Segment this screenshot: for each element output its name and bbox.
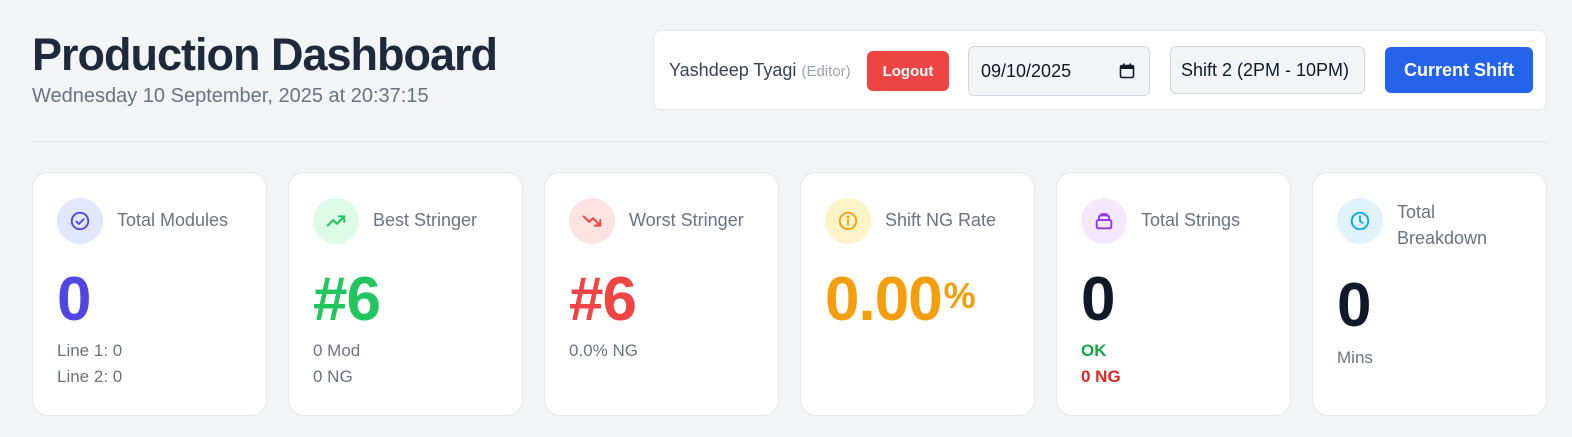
current-shift-button[interactable]: Current Shift [1385,47,1533,93]
page-title: Production Dashboard [32,29,498,80]
check-circle-icon [57,198,103,244]
total-strings-card: Total Strings 0 OK 0 NG [1056,172,1291,416]
ng-count: 0 NG [1081,367,1121,386]
percent-unit: % [943,275,976,316]
user-info: Yashdeep Tyagi (Editor) [669,60,851,81]
worst-stringer-card: Worst Stringer #6 0.0% NG [544,172,779,416]
date-input-value: 09/10/2025 [981,61,1072,81]
line2-count: Line 2: 0 [57,367,123,386]
user-role: (Editor) [801,63,851,80]
logout-button[interactable]: Logout [867,51,949,91]
card-title: Shift NG Rate [885,210,997,230]
total-breakdown-card: Total Breakdown 0 Mins [1312,172,1547,416]
card-value: 0.00% [825,265,976,335]
card-title: Best Stringer [373,210,478,230]
ng-rate: 0.0% NG [569,341,638,360]
total-modules-card: Total Modules 0 Line 1: 0 Line 2: 0 [32,172,267,416]
ok-count: OK [1081,341,1107,360]
clock-icon [1337,198,1383,244]
control-panel: Yashdeep Tyagi (Editor) Logout 09/10/202… [653,30,1547,110]
card-title: Total Breakdown [1397,202,1488,248]
card-title: Worst Stringer [629,210,744,230]
card-title: Total Modules [117,210,229,230]
trending-down-icon [569,198,615,244]
card-value: #6 [313,265,381,334]
trending-up-icon [313,198,359,244]
card-value: #6 [569,265,637,334]
page-header: Production Dashboard Wednesday 10 Septem… [32,29,498,108]
shift-ng-rate-card: Shift NG Rate 0.00% [800,172,1035,416]
module-count: 0 Mod [313,341,361,360]
card-value: 0 [57,265,91,334]
info-icon [825,198,871,244]
card-value: 0 [1081,265,1115,334]
user-name: Yashdeep Tyagi [669,60,797,80]
calendar-icon[interactable] [1119,63,1135,79]
ng-rate-number: 0.00 [825,265,943,334]
unit-label: Mins [1337,348,1373,367]
card-title: Total Strings [1141,210,1241,230]
date-input[interactable]: 09/10/2025 [968,46,1150,96]
page-datetime: Wednesday 10 September, 2025 at 20:37:15 [32,85,429,107]
line1-count: Line 1: 0 [57,341,123,360]
shift-select[interactable]: Shift 2 (2PM - 10PM) [1170,46,1365,94]
ng-count: 0 NG [313,367,353,386]
best-stringer-card: Best Stringer #6 0 Mod 0 NG [288,172,523,416]
header-divider [32,141,1547,142]
layers-icon [1081,198,1127,244]
card-value: 0 [1337,271,1371,340]
